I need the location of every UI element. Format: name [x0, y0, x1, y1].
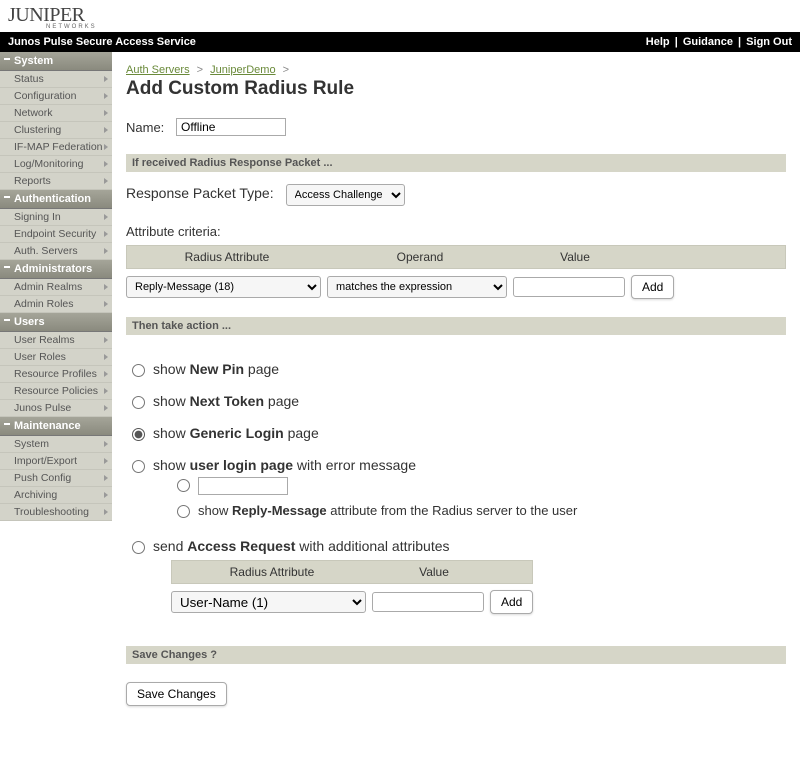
- nav-item[interactable]: User Realms: [0, 332, 112, 349]
- criteria-attr-select[interactable]: Reply-Message (18): [126, 276, 321, 298]
- criteria-value-input[interactable]: [513, 277, 625, 297]
- breadcrumb: Auth Servers > JuniperDemo >: [126, 64, 786, 76]
- nav-item[interactable]: Log/Monitoring: [0, 156, 112, 173]
- sidebar: SystemStatusConfigurationNetworkClusteri…: [0, 52, 112, 736]
- nav-item[interactable]: IF-MAP Federation: [0, 139, 112, 156]
- topbar-title: Junos Pulse Secure Access Service: [8, 36, 196, 48]
- nav-item[interactable]: Network: [0, 105, 112, 122]
- nav-section[interactable]: Maintenance: [0, 417, 112, 436]
- guidance-link[interactable]: Guidance: [683, 36, 733, 48]
- action-generic-login[interactable]: show Generic Login page: [132, 417, 786, 449]
- user-login-sub-reply[interactable]: show Reply-Message attribute from the Ra…: [177, 499, 577, 522]
- response-label: Response Packet Type:: [126, 185, 274, 201]
- criteria-operand-select[interactable]: matches the expression: [327, 276, 507, 298]
- signout-link[interactable]: Sign Out: [746, 36, 792, 48]
- nav-item[interactable]: Archiving: [0, 487, 112, 504]
- inner-col-val: Value: [372, 561, 496, 583]
- section-then-header: Then take action ...: [126, 317, 786, 335]
- nav-section[interactable]: Users: [0, 313, 112, 332]
- criteria-col-op: Operand: [327, 246, 513, 268]
- nav-item[interactable]: Auth. Servers: [0, 243, 112, 260]
- action-user-login[interactable]: show user login page with error message …: [132, 449, 786, 530]
- response-type-select[interactable]: Access Challenge: [286, 184, 405, 206]
- breadcrumb-root[interactable]: Auth Servers: [126, 64, 190, 76]
- inner-row: User-Name (1) Add: [171, 584, 533, 620]
- action-generic-login-radio[interactable]: [132, 428, 145, 441]
- brand-sub: NETWORKS: [46, 24, 792, 30]
- nav-item[interactable]: Junos Pulse: [0, 400, 112, 417]
- breadcrumb-mid[interactable]: JuniperDemo: [210, 64, 275, 76]
- criteria-row: Reply-Message (18) matches the expressio…: [126, 269, 786, 305]
- nav-section[interactable]: Authentication: [0, 190, 112, 209]
- action-new-pin-radio[interactable]: [132, 364, 145, 377]
- nav-section[interactable]: Administrators: [0, 260, 112, 279]
- section-if-header: If received Radius Response Packet ...: [126, 154, 786, 172]
- nav-item[interactable]: Import/Export: [0, 453, 112, 470]
- brand-logo: JUNIPER NETWORKS: [0, 0, 800, 32]
- criteria-add-button[interactable]: Add: [631, 275, 674, 299]
- nav-section[interactable]: System: [0, 52, 112, 71]
- nav-item[interactable]: Admin Realms: [0, 279, 112, 296]
- nav-item[interactable]: Clustering: [0, 122, 112, 139]
- nav-item[interactable]: Resource Profiles: [0, 366, 112, 383]
- criteria-col-attr: Radius Attribute: [127, 246, 327, 268]
- nav-item[interactable]: Status: [0, 71, 112, 88]
- nav-item[interactable]: Endpoint Security: [0, 226, 112, 243]
- nav-item[interactable]: Signing In: [0, 209, 112, 226]
- action-user-login-radio[interactable]: [132, 460, 145, 473]
- criteria-label: Attribute criteria:: [126, 224, 786, 239]
- inner-value-input[interactable]: [372, 592, 484, 612]
- topbar: Junos Pulse Secure Access Service Help |…: [0, 32, 800, 52]
- nav-item[interactable]: Configuration: [0, 88, 112, 105]
- page-title: Add Custom Radius Rule: [126, 78, 786, 100]
- nav-item[interactable]: Troubleshooting: [0, 504, 112, 521]
- criteria-col-val: Value: [513, 246, 637, 268]
- nav-item[interactable]: Push Config: [0, 470, 112, 487]
- name-label: Name:: [126, 120, 176, 135]
- user-login-sub-custom[interactable]: [177, 473, 577, 499]
- user-login-sub-custom-radio[interactable]: [177, 479, 190, 492]
- nav-item[interactable]: System: [0, 436, 112, 453]
- action-access-request[interactable]: send Access Request with additional attr…: [132, 530, 786, 628]
- save-changes-button[interactable]: Save Changes: [126, 682, 227, 706]
- user-login-sub-reply-radio[interactable]: [177, 505, 190, 518]
- section-save-header: Save Changes ?: [126, 646, 786, 664]
- nav-item[interactable]: Admin Roles: [0, 296, 112, 313]
- criteria-table-header: Radius Attribute Operand Value: [126, 245, 786, 269]
- nav-item[interactable]: Resource Policies: [0, 383, 112, 400]
- name-input[interactable]: [176, 118, 286, 136]
- main-content: Auth Servers > JuniperDemo > Add Custom …: [112, 52, 800, 736]
- action-next-token-radio[interactable]: [132, 396, 145, 409]
- nav-item[interactable]: User Roles: [0, 349, 112, 366]
- action-next-token[interactable]: show Next Token page: [132, 385, 786, 417]
- inner-add-button[interactable]: Add: [490, 590, 533, 614]
- user-login-error-input[interactable]: [198, 477, 288, 495]
- action-access-request-radio[interactable]: [132, 541, 145, 554]
- inner-attr-select[interactable]: User-Name (1): [171, 591, 366, 613]
- help-link[interactable]: Help: [646, 36, 670, 48]
- inner-table-header: Radius Attribute Value: [171, 560, 533, 584]
- action-new-pin[interactable]: show New Pin page: [132, 353, 786, 385]
- inner-col-attr: Radius Attribute: [172, 561, 372, 583]
- nav-item[interactable]: Reports: [0, 173, 112, 190]
